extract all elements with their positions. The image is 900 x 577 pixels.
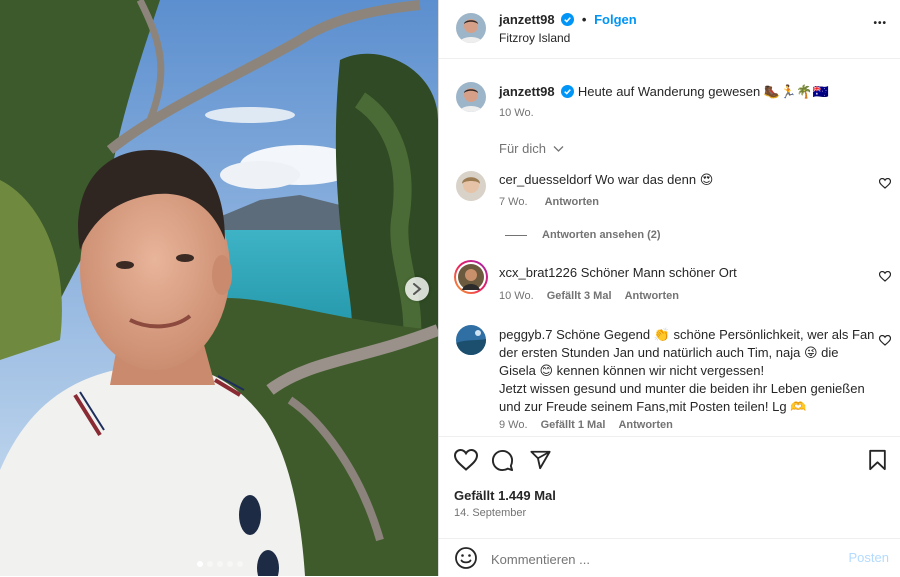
- comment-text: Wo war das denn: [595, 172, 697, 187]
- like-comment-heart-icon[interactable]: [879, 178, 891, 189]
- caption-text: Heute auf Wanderung gewesen: [577, 84, 761, 99]
- header-title-row: janzett98 • Folgen: [499, 12, 637, 27]
- carousel-dot: [207, 561, 213, 567]
- comment-line: der ersten Stunden Jan und natürlich auc…: [499, 344, 879, 362]
- comment-text-row: xcx_brat1226 Schöner Mann schöner Ort: [499, 264, 737, 282]
- carousel-dot: [217, 561, 223, 567]
- commenter-avatar[interactable]: [456, 325, 486, 355]
- comment-line: Jetzt wissen gesund und munter die beide…: [499, 381, 865, 396]
- comment-age: 9 Wo.: [499, 419, 528, 431]
- caption: janzett98 Heute auf Wanderung gewesen 🥾🏃…: [499, 83, 829, 101]
- comment-filter-label: Für dich: [499, 141, 546, 156]
- caption-emojis: 🥾🏃🌴🇦🇺: [763, 84, 829, 99]
- comment-likes[interactable]: Gefällt 3 Mal: [547, 290, 612, 302]
- comment-line: Gisela 😊 kennen können wir nicht vergess…: [499, 362, 879, 380]
- follow-button[interactable]: Folgen: [594, 12, 637, 27]
- comment-meta: 7 Wo. Antworten: [499, 196, 599, 208]
- commenter-username[interactable]: xcx_brat1226: [499, 265, 577, 280]
- comment-line: und zur Freude seinem Fans,mit Posten te…: [499, 398, 879, 416]
- view-replies-button[interactable]: Antworten ansehen (2): [542, 229, 661, 241]
- comment-text: Schöner Mann schöner Ort: [580, 265, 737, 280]
- more-options-icon[interactable]: •••: [873, 18, 887, 29]
- caption-author-avatar[interactable]: [456, 82, 486, 112]
- carousel-dot: [227, 561, 233, 567]
- post-side-panel: janzett98 • Folgen Fitzroy Island ••• ja…: [438, 0, 900, 576]
- comment-text: und zur Freude seinem Fans,mit Posten te…: [499, 399, 787, 414]
- commenter-avatar[interactable]: [456, 171, 486, 201]
- avatar-image: [456, 262, 486, 292]
- chevron-right-icon: [413, 283, 422, 295]
- like-comment-heart-icon[interactable]: [879, 271, 891, 282]
- post-photo[interactable]: [0, 0, 438, 576]
- commenter-username[interactable]: peggyb.7: [499, 327, 553, 342]
- next-slide-button[interactable]: [405, 277, 429, 301]
- replies-divider: [505, 235, 527, 236]
- comment-age: 7 Wo.: [499, 196, 528, 208]
- post-actions: Gefällt 1.449 Mal 14. September: [439, 436, 900, 545]
- selfie-landscape-image: [0, 0, 438, 576]
- share-paper-plane-icon[interactable]: [529, 449, 552, 471]
- avatar-image: [456, 325, 486, 355]
- comment-composer: Posten: [439, 538, 900, 577]
- wink-emoji-icon: 😜: [803, 345, 818, 360]
- author-avatar[interactable]: [456, 13, 486, 43]
- comment-text-block: peggyb.7 Schöne Gegend 👏 schöne Persönli…: [499, 326, 879, 416]
- reply-button[interactable]: Antworten: [545, 196, 599, 208]
- comment-meta: 10 Wo. Gefällt 3 Mal Antworten: [499, 290, 679, 302]
- caption-username[interactable]: janzett98: [499, 84, 555, 99]
- emoji-picker-icon[interactable]: [454, 546, 478, 570]
- comment-filter-dropdown[interactable]: Für dich: [499, 141, 564, 156]
- verified-badge-icon: [561, 13, 575, 26]
- commenter-avatar-story-ring[interactable]: [454, 260, 488, 294]
- chevron-down-icon: [553, 146, 564, 152]
- commenter-username[interactable]: cer_duesseldorf: [499, 172, 592, 187]
- comment-likes[interactable]: Gefällt 1 Mal: [541, 419, 606, 431]
- verified-badge-icon: [561, 85, 575, 98]
- instagram-post-view: janzett98 • Folgen Fitzroy Island ••• ja…: [0, 0, 900, 576]
- comment-text-row: cer_duesseldorf Wo war das denn 😍: [499, 171, 713, 189]
- hands-emoji-icon: 🫶: [790, 399, 807, 414]
- comment-input[interactable]: [489, 548, 823, 570]
- comment-text: der ersten Stunden Jan und natürlich auc…: [499, 345, 801, 360]
- like-heart-icon[interactable]: [454, 449, 478, 471]
- carousel-indicator: [197, 561, 243, 567]
- comment-line: peggyb.7 Schöne Gegend 👏 schöne Persönli…: [499, 326, 879, 344]
- post-header: janzett98 • Folgen Fitzroy Island •••: [439, 0, 900, 59]
- avatar-image: [456, 13, 486, 43]
- comment-emoji: 😍: [699, 172, 714, 187]
- comment-text: Gisela: [499, 363, 536, 378]
- like-comment-heart-icon[interactable]: [879, 335, 891, 346]
- caption-age: 10 Wo.: [499, 107, 534, 119]
- post-date: 14. September: [454, 507, 527, 519]
- smile-emoji-icon: 😊: [539, 363, 554, 378]
- reply-button[interactable]: Antworten: [625, 290, 679, 302]
- post-comment-button[interactable]: Posten: [849, 550, 889, 565]
- save-bookmark-icon[interactable]: [868, 449, 887, 471]
- avatar-image: [456, 82, 486, 112]
- carousel-dot: [237, 561, 243, 567]
- header-separator: •: [581, 12, 587, 27]
- avatar-image: [456, 171, 486, 201]
- comment-text: Schöne Gegend: [556, 327, 651, 342]
- clap-emoji-icon: 👏: [653, 327, 670, 342]
- comment-age: 10 Wo.: [499, 290, 534, 302]
- comment-text: kennen können wir nicht vergessen!: [556, 363, 765, 378]
- reply-button[interactable]: Antworten: [618, 419, 672, 431]
- comment-text: die: [821, 345, 839, 360]
- comment-text: schöne Persönlichkeit, wer als Fan: [673, 327, 875, 342]
- carousel-dot: [197, 561, 203, 567]
- post-location[interactable]: Fitzroy Island: [499, 31, 570, 45]
- author-username[interactable]: janzett98: [499, 12, 555, 27]
- comment-meta: 9 Wo. Gefällt 1 Mal Antworten: [499, 419, 673, 431]
- comment-bubble-icon[interactable]: [491, 449, 514, 472]
- likes-count[interactable]: Gefällt 1.449 Mal: [454, 488, 556, 503]
